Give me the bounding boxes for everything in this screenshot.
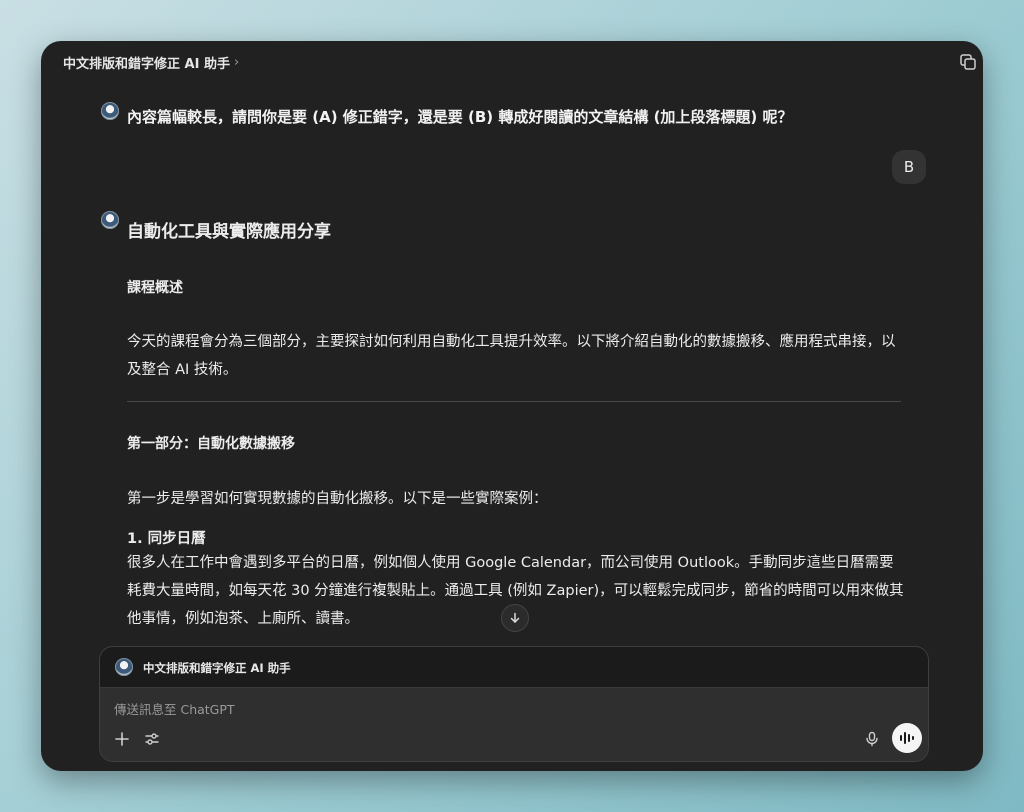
gpt-title-button[interactable]: 中文排版和錯字修正 AI 助手 › bbox=[63, 53, 239, 72]
active-gpt-bar: 中文排版和錯字修正 AI 助手 bbox=[100, 647, 928, 688]
assistant-avatar bbox=[101, 211, 119, 229]
chat-window: 中文排版和錯字修正 AI 助手 › 內容篇幅較長，請問你是要 (A) 修正錯字，… bbox=[41, 41, 983, 771]
plus-icon[interactable] bbox=[112, 729, 132, 749]
section-title: 課程概述 bbox=[127, 280, 183, 296]
gpt-avatar bbox=[115, 658, 133, 676]
divider bbox=[127, 401, 901, 402]
voice-mode-icon bbox=[900, 732, 914, 744]
paragraph: 今天的課程會分為三個部分，主要探討如何利用自動化工具提升效率。以下將介紹自動化的… bbox=[127, 334, 896, 378]
assistant-avatar bbox=[101, 102, 119, 120]
sliders-icon[interactable] bbox=[142, 729, 162, 749]
message-input[interactable]: 傳送訊息至 ChatGPT bbox=[114, 699, 235, 718]
user-message: B bbox=[892, 150, 926, 184]
list-item-title: 1. 同步日曆 bbox=[127, 531, 206, 547]
title-bar: 中文排版和錯字修正 AI 助手 › bbox=[41, 41, 983, 81]
gpt-title: 中文排版和錯字修正 AI 助手 bbox=[63, 57, 230, 72]
copy-icon[interactable] bbox=[959, 53, 977, 71]
arrow-down-icon bbox=[510, 612, 520, 624]
section-title: 第一部分：自動化數據搬移 bbox=[127, 436, 295, 452]
assistant-question: 內容篇幅較長，請問你是要 (A) 修正錯字，還是要 (B) 轉成好閱讀的文章結構… bbox=[127, 108, 793, 126]
message-composer: 中文排版和錯字修正 AI 助手 傳送訊息至 ChatGPT bbox=[99, 646, 929, 762]
response-heading: 自動化工具與實際應用分享 bbox=[127, 222, 331, 242]
voice-mode-button[interactable] bbox=[892, 723, 922, 753]
scroll-down-button[interactable] bbox=[501, 604, 529, 632]
microphone-icon[interactable] bbox=[862, 729, 882, 749]
paragraph: 第一步是學習如何實現數據的自動化搬移。以下是一些實際案例： bbox=[127, 491, 548, 507]
chevron-right-icon: › bbox=[233, 55, 240, 70]
gpt-name: 中文排版和錯字修正 AI 助手 bbox=[143, 661, 291, 675]
